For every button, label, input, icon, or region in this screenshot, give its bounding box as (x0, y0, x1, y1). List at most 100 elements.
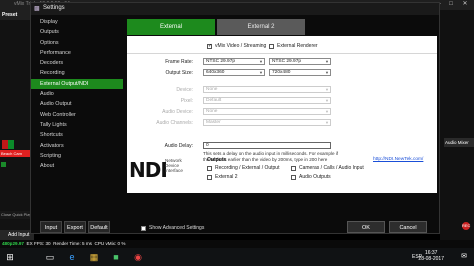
system-clock[interactable]: 16:37 28-08-2017 (418, 250, 444, 262)
app-taskbar-icon[interactable]: ◉ (132, 251, 144, 263)
frame-rate-2-value: NTSC 29.97p (272, 59, 302, 64)
input-thumbnail-green[interactable] (8, 140, 14, 149)
menu-item-web-controller[interactable]: Web Controller (31, 110, 123, 120)
windows-start-icon[interactable]: ⊞ (4, 251, 16, 263)
chevron-down-icon: ▼ (325, 87, 329, 92)
maximize-icon[interactable]: □ (446, 0, 456, 8)
audio-mixer-label[interactable]: Audio Mixer (444, 138, 474, 147)
audio-device-label: Audio Device: (162, 109, 193, 115)
ndi-sub-line: Interface (165, 168, 183, 173)
default-button[interactable]: Default (88, 221, 110, 233)
menu-item-outputs[interactable]: Outputs (31, 27, 123, 37)
frame-rate-label: Frame Rate: (165, 59, 193, 65)
audio-delay-label: Audio Delay: (164, 143, 193, 149)
output-size-select[interactable]: 640x360 ▼ (203, 69, 265, 76)
menu-item-external-output-ndi[interactable]: External Output/NDI (31, 78, 123, 90)
output-size-label: Output Size: (165, 70, 193, 76)
ndi-newtek-link[interactable]: http://NDI.NewTek.com/ (373, 157, 423, 162)
settings-dialog: ▩ Settings Display Outputs Options Perfo… (30, 2, 440, 234)
settings-title-bar: ▩ Settings (31, 3, 439, 15)
ndi-recording-external-output-checkbox[interactable] (207, 166, 212, 171)
vmix-video-streaming-label: vMix Video / Streaming (215, 43, 267, 49)
frame-rate-value: NTSC 29.97p (206, 59, 236, 64)
status-resolution: 480p29.97 (2, 241, 24, 246)
menu-item-recording[interactable]: Recording (31, 68, 123, 78)
ndi-outputs-heading: Outputs (207, 157, 227, 163)
audio-channels-label: Audio Channels: (156, 120, 193, 126)
output-size-2-select[interactable]: 720x480 ▼ (269, 69, 331, 76)
tab-external[interactable]: External (127, 19, 215, 35)
status-fps: 30 (45, 241, 51, 246)
ok-button[interactable]: OK (347, 221, 385, 233)
menu-item-scripting[interactable]: Scripting (31, 151, 123, 161)
audio-channels-select[interactable]: Master ▼ (203, 119, 331, 126)
audio-delay-input[interactable]: 0 (203, 142, 331, 149)
ndi-cameras-calls-audio-label: Cameras / Calls / Audio Input (299, 165, 364, 171)
export-button[interactable]: Export (64, 221, 86, 233)
external-renderer-label: External Renderer (277, 43, 318, 49)
ndi-cameras-calls-audio-checkbox[interactable] (291, 166, 296, 171)
pixel-select[interactable]: Default ▼ (203, 97, 331, 104)
pixel-value: Default (206, 98, 222, 103)
chevron-down-icon: ▼ (325, 109, 329, 114)
menu-item-display[interactable]: Display (31, 17, 123, 27)
ndi-recording-external-output-label: Recording / External / Output (215, 165, 280, 171)
menu-item-decoders[interactable]: Decoders (31, 58, 123, 68)
menu-item-tally-lights[interactable]: Tally Lights (31, 120, 123, 130)
status-cpu-value: 0 % (117, 241, 126, 246)
vmix-taskbar-icon[interactable]: ■ (110, 251, 122, 263)
menu-item-shortcuts[interactable]: Shortcuts (31, 130, 123, 140)
settings-app-icon: ▩ (34, 6, 40, 12)
status-bar: 480p29.97 EX FPS: 30 Render Time: 5 ms C… (0, 240, 474, 248)
menu-item-performance[interactable]: Performance (31, 48, 123, 58)
device-value: None (206, 87, 218, 92)
settings-title: Settings (43, 5, 65, 11)
notifications-icon[interactable]: ✉ (458, 251, 470, 263)
output-size-value: 640x360 (206, 70, 225, 75)
frame-rate-select[interactable]: NTSC 29.97p ▼ (203, 58, 265, 65)
menu-item-audio[interactable]: Audio (31, 89, 123, 99)
preset-label: Preset (0, 10, 30, 20)
input-clip-label[interactable]: Beach Cam (0, 150, 34, 157)
section-divider (127, 53, 437, 54)
audio-device-value: None (206, 109, 218, 114)
windows-taskbar: ⊞ ▭ e ▦ ■ ◉ ESP 16:37 28-08-2017 ✉ (0, 248, 474, 266)
show-advanced-settings-label: Show Advanced Settings (149, 225, 205, 231)
vmix-video-streaming-checkbox[interactable] (207, 43, 212, 49)
menu-item-about[interactable]: About (31, 161, 123, 171)
ndi-audio-outputs-checkbox[interactable] (291, 175, 296, 180)
menu-item-options[interactable]: Options (31, 38, 123, 48)
vmix-left-panel (0, 10, 30, 236)
external-renderer-checkbox[interactable] (269, 44, 274, 49)
tab-external-2[interactable]: External 2 (217, 19, 305, 35)
status-cpu-label: CPU vMix: (94, 241, 117, 246)
chevron-down-icon: ▼ (325, 59, 329, 64)
ndi-subtitle: Network Device Interface (165, 158, 183, 173)
audio-channels-value: Master (206, 120, 221, 125)
record-icon[interactable]: REC (462, 222, 470, 230)
frame-rate-2-select[interactable]: NTSC 29.97p ▼ (269, 58, 331, 65)
ndi-logo: NDI (129, 158, 168, 182)
input-button[interactable]: Input (40, 221, 62, 233)
edge-browser-icon[interactable]: e (66, 251, 78, 263)
output-size-2-value: 720x480 (272, 70, 291, 75)
close-icon[interactable]: ✕ (460, 0, 470, 8)
ndi-external-2-checkbox[interactable] (207, 175, 212, 180)
device-select[interactable]: None ▼ (203, 86, 331, 93)
chevron-down-icon: ▼ (259, 59, 263, 64)
pixel-label: Pixel: (180, 98, 193, 104)
menu-item-activators[interactable]: Activators (31, 141, 123, 151)
task-view-icon[interactable]: ▭ (44, 251, 56, 263)
vmix-right-panel (440, 10, 474, 240)
add-input-button[interactable]: Add Input (0, 230, 34, 240)
file-explorer-icon[interactable]: ▦ (88, 251, 100, 263)
cancel-button[interactable]: Cancel (389, 221, 427, 233)
chevron-down-icon: ▼ (259, 70, 263, 75)
chevron-down-icon: ▼ (325, 70, 329, 75)
chevron-down-icon: ▼ (325, 120, 329, 125)
external-settings-panel: vMix Video / Streaming External Renderer… (127, 36, 437, 193)
show-advanced-settings-checkbox[interactable] (141, 226, 146, 231)
clock-date: 28-08-2017 (418, 256, 444, 262)
menu-item-audio-output[interactable]: Audio Output (31, 99, 123, 109)
audio-device-select[interactable]: None ▼ (203, 108, 331, 115)
